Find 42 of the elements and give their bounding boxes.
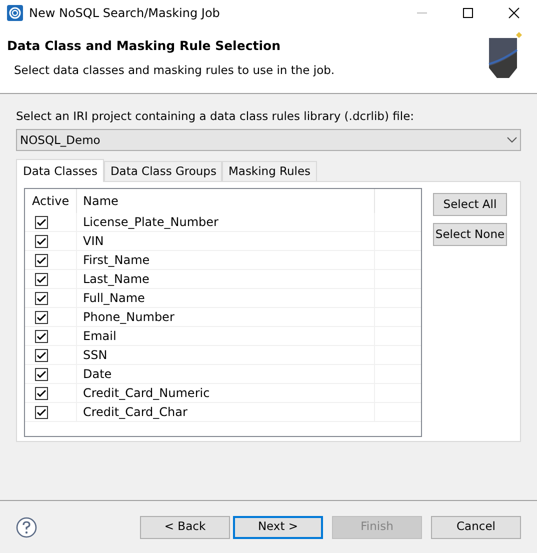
- table-cell: First_Name: [77, 251, 375, 270]
- checkbox[interactable]: [35, 272, 48, 286]
- close-icon[interactable]: [508, 7, 520, 19]
- checkbox[interactable]: [35, 254, 48, 267]
- table-cell: Full_Name: [77, 289, 375, 308]
- select-button[interactable]: Select None: [433, 223, 507, 246]
- checkbox[interactable]: [35, 216, 48, 229]
- project-label: Select an IRI project containing a data class rules library (.dcrlib) file:: [16, 108, 416, 125]
- table-cell: Credit_Card_Char: [77, 403, 375, 422]
- page-title: Data Class and Masking Rule Selection: [7, 37, 282, 55]
- select-button[interactable]: Select All: [433, 193, 507, 216]
- column-header: Active: [25, 189, 77, 214]
- checkbox[interactable]: [35, 406, 48, 419]
- checkbox[interactable]: [35, 234, 48, 248]
- footer-button[interactable]: Next >: [233, 516, 323, 538]
- checkbox[interactable]: [35, 292, 48, 305]
- checkbox[interactable]: [35, 330, 48, 343]
- table-cell: License_Plate_Number: [77, 213, 375, 232]
- project-dropdown[interactable]: NOSQL_Demo: [16, 129, 521, 152]
- footer-button[interactable]: < Back: [140, 516, 230, 538]
- checkbox[interactable]: [35, 310, 48, 324]
- checkbox[interactable]: [35, 348, 48, 362]
- column-header: Name: [77, 189, 375, 214]
- table-cell: Email: [77, 327, 375, 346]
- window-title: New NoSQL Search/Masking Job: [29, 5, 220, 22]
- tab[interactable]: Data Classes: [16, 159, 104, 182]
- chevron-down-icon: [507, 137, 517, 144]
- table-cell: Last_Name: [77, 270, 375, 288]
- table-cell: Date: [77, 365, 375, 384]
- checkbox[interactable]: [35, 368, 48, 381]
- table-cell: Credit_Card_Numeric: [77, 384, 375, 402]
- checkbox[interactable]: [35, 386, 48, 400]
- maximize-icon[interactable]: [462, 7, 474, 19]
- table-cell: Phone_Number: [77, 308, 375, 326]
- table-cell: VIN: [77, 232, 375, 250]
- tab[interactable]: Masking Rules: [222, 161, 317, 182]
- page-description: Select data classes and masking rules to use in the job.: [13, 62, 336, 79]
- footer-button[interactable]: Cancel: [431, 516, 521, 538]
- tab[interactable]: Data Class Groups: [104, 161, 222, 182]
- table-cell: SSN: [77, 346, 375, 364]
- app-icon: [7, 5, 23, 21]
- help-icon[interactable]: [16, 516, 37, 538]
